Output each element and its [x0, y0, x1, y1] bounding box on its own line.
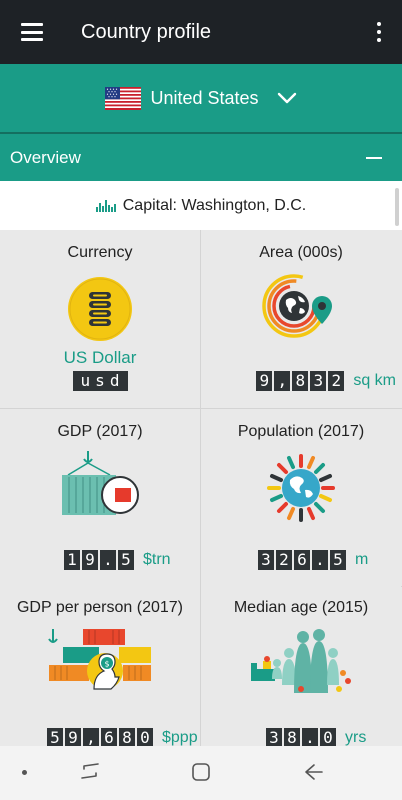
median-age-card[interactable]: Median age (2015) 3 8 . 0 yrs	[201, 587, 401, 746]
gdp-per-person-unit: $ppp	[162, 729, 198, 746]
counter-digit: 0	[137, 728, 153, 746]
home-icon[interactable]	[189, 761, 213, 783]
currency-value: US Dollar	[63, 348, 137, 367]
shipping-container-icon	[62, 451, 139, 515]
counter-digit: 5	[47, 728, 63, 746]
currency-code: usd	[73, 371, 128, 391]
currency-card[interactable]: Currency US Dollar usd	[0, 230, 200, 408]
area-card[interactable]: Area (000s) 9 , 8 3 2 sq km	[201, 230, 401, 408]
capital-text: Capital: Washington, D.C.	[122, 196, 307, 214]
back-icon[interactable]	[302, 761, 326, 783]
us-flag-icon	[105, 86, 142, 110]
population-label: Population (2017)	[237, 423, 365, 440]
svg-text:$: $	[105, 660, 110, 669]
system-nav-bar	[0, 746, 402, 800]
gdp-label: GDP (2017)	[57, 423, 143, 440]
section-title: Overview	[10, 147, 81, 167]
counter-digit: .	[100, 550, 116, 570]
collapse-icon[interactable]	[366, 156, 382, 159]
counter-digit: 9	[82, 550, 98, 570]
capital-skyline-icon	[95, 199, 116, 212]
area-counter: 9 , 8 3 2 sq km	[256, 371, 396, 391]
counter-digit: .	[312, 550, 328, 570]
globe-pin-icon	[262, 274, 332, 338]
counter-digit: 9	[65, 728, 81, 746]
currency-label: Currency	[67, 244, 133, 261]
nav-indicator-dot	[22, 770, 27, 775]
area-label: Area (000s)	[259, 244, 343, 261]
counter-digit: 6	[101, 728, 117, 746]
counter-digit: 5	[330, 550, 346, 570]
coin-stack-icon	[68, 277, 132, 341]
counter-digit: 8	[284, 728, 300, 746]
counter-digit: 3	[266, 728, 282, 746]
median-age-unit: yrs	[345, 729, 367, 746]
population-card[interactable]: Population (2017) 3 2 6 . 5 m	[201, 409, 401, 587]
gdp-unit: $trn	[143, 551, 171, 568]
gdp-per-person-card[interactable]: GDP per person (2017) $ 5 9 , 6 8 0 $ppp	[0, 587, 200, 746]
capital-row: Capital: Washington, D.C.	[0, 181, 402, 230]
counter-digit: 9	[256, 371, 273, 391]
population-unit: m	[355, 551, 369, 568]
people-globe-icon	[267, 454, 335, 522]
app-title: Country profile	[81, 20, 212, 43]
overview-section-header[interactable]: Overview	[0, 134, 402, 181]
counter-digit: 2	[276, 550, 292, 570]
median-age-counter: 3 8 . 0 yrs	[266, 728, 366, 746]
country-selector[interactable]: United States	[0, 64, 402, 132]
gdp-card[interactable]: GDP (2017) 1 9 . 5 $trn	[0, 409, 200, 587]
counter-digit: 0	[320, 728, 336, 746]
gdp-per-person-label: GDP per person (2017)	[16, 599, 183, 616]
counter-digit: 8	[292, 371, 309, 391]
counter-digit: 6	[294, 550, 310, 570]
gdp-per-person-counter: 5 9 , 6 8 0 $ppp	[47, 728, 198, 746]
counter-digit: 1	[64, 550, 80, 570]
more-options-icon[interactable]	[376, 22, 382, 42]
population-counter: 3 2 6 . 5 m	[258, 550, 368, 570]
counter-digit: ,	[83, 728, 99, 746]
median-age-label: Median age (2015)	[233, 599, 369, 616]
gdp-counter: 1 9 . 5 $trn	[64, 550, 171, 570]
country-name: United States	[150, 87, 259, 108]
counter-digit: 2	[328, 371, 345, 391]
counter-digit: 8	[119, 728, 135, 746]
chevron-down-icon	[277, 92, 296, 104]
app-bar: Country profile	[0, 0, 402, 64]
area-unit: sq km	[353, 372, 396, 389]
counter-digit: ,	[274, 371, 291, 391]
containers-person-icon: $	[48, 629, 151, 690]
family-icon	[251, 629, 351, 693]
recent-apps-icon[interactable]	[78, 761, 102, 783]
scrollbar[interactable]	[395, 188, 399, 226]
counter-digit: .	[302, 728, 318, 746]
stats-grid: Currency US Dollar usd Area (000s) 9 , 8…	[0, 230, 402, 746]
counter-digit: 3	[258, 550, 274, 570]
menu-icon[interactable]	[21, 23, 43, 41]
counter-digit: 5	[118, 550, 134, 570]
counter-digit: 3	[310, 371, 327, 391]
